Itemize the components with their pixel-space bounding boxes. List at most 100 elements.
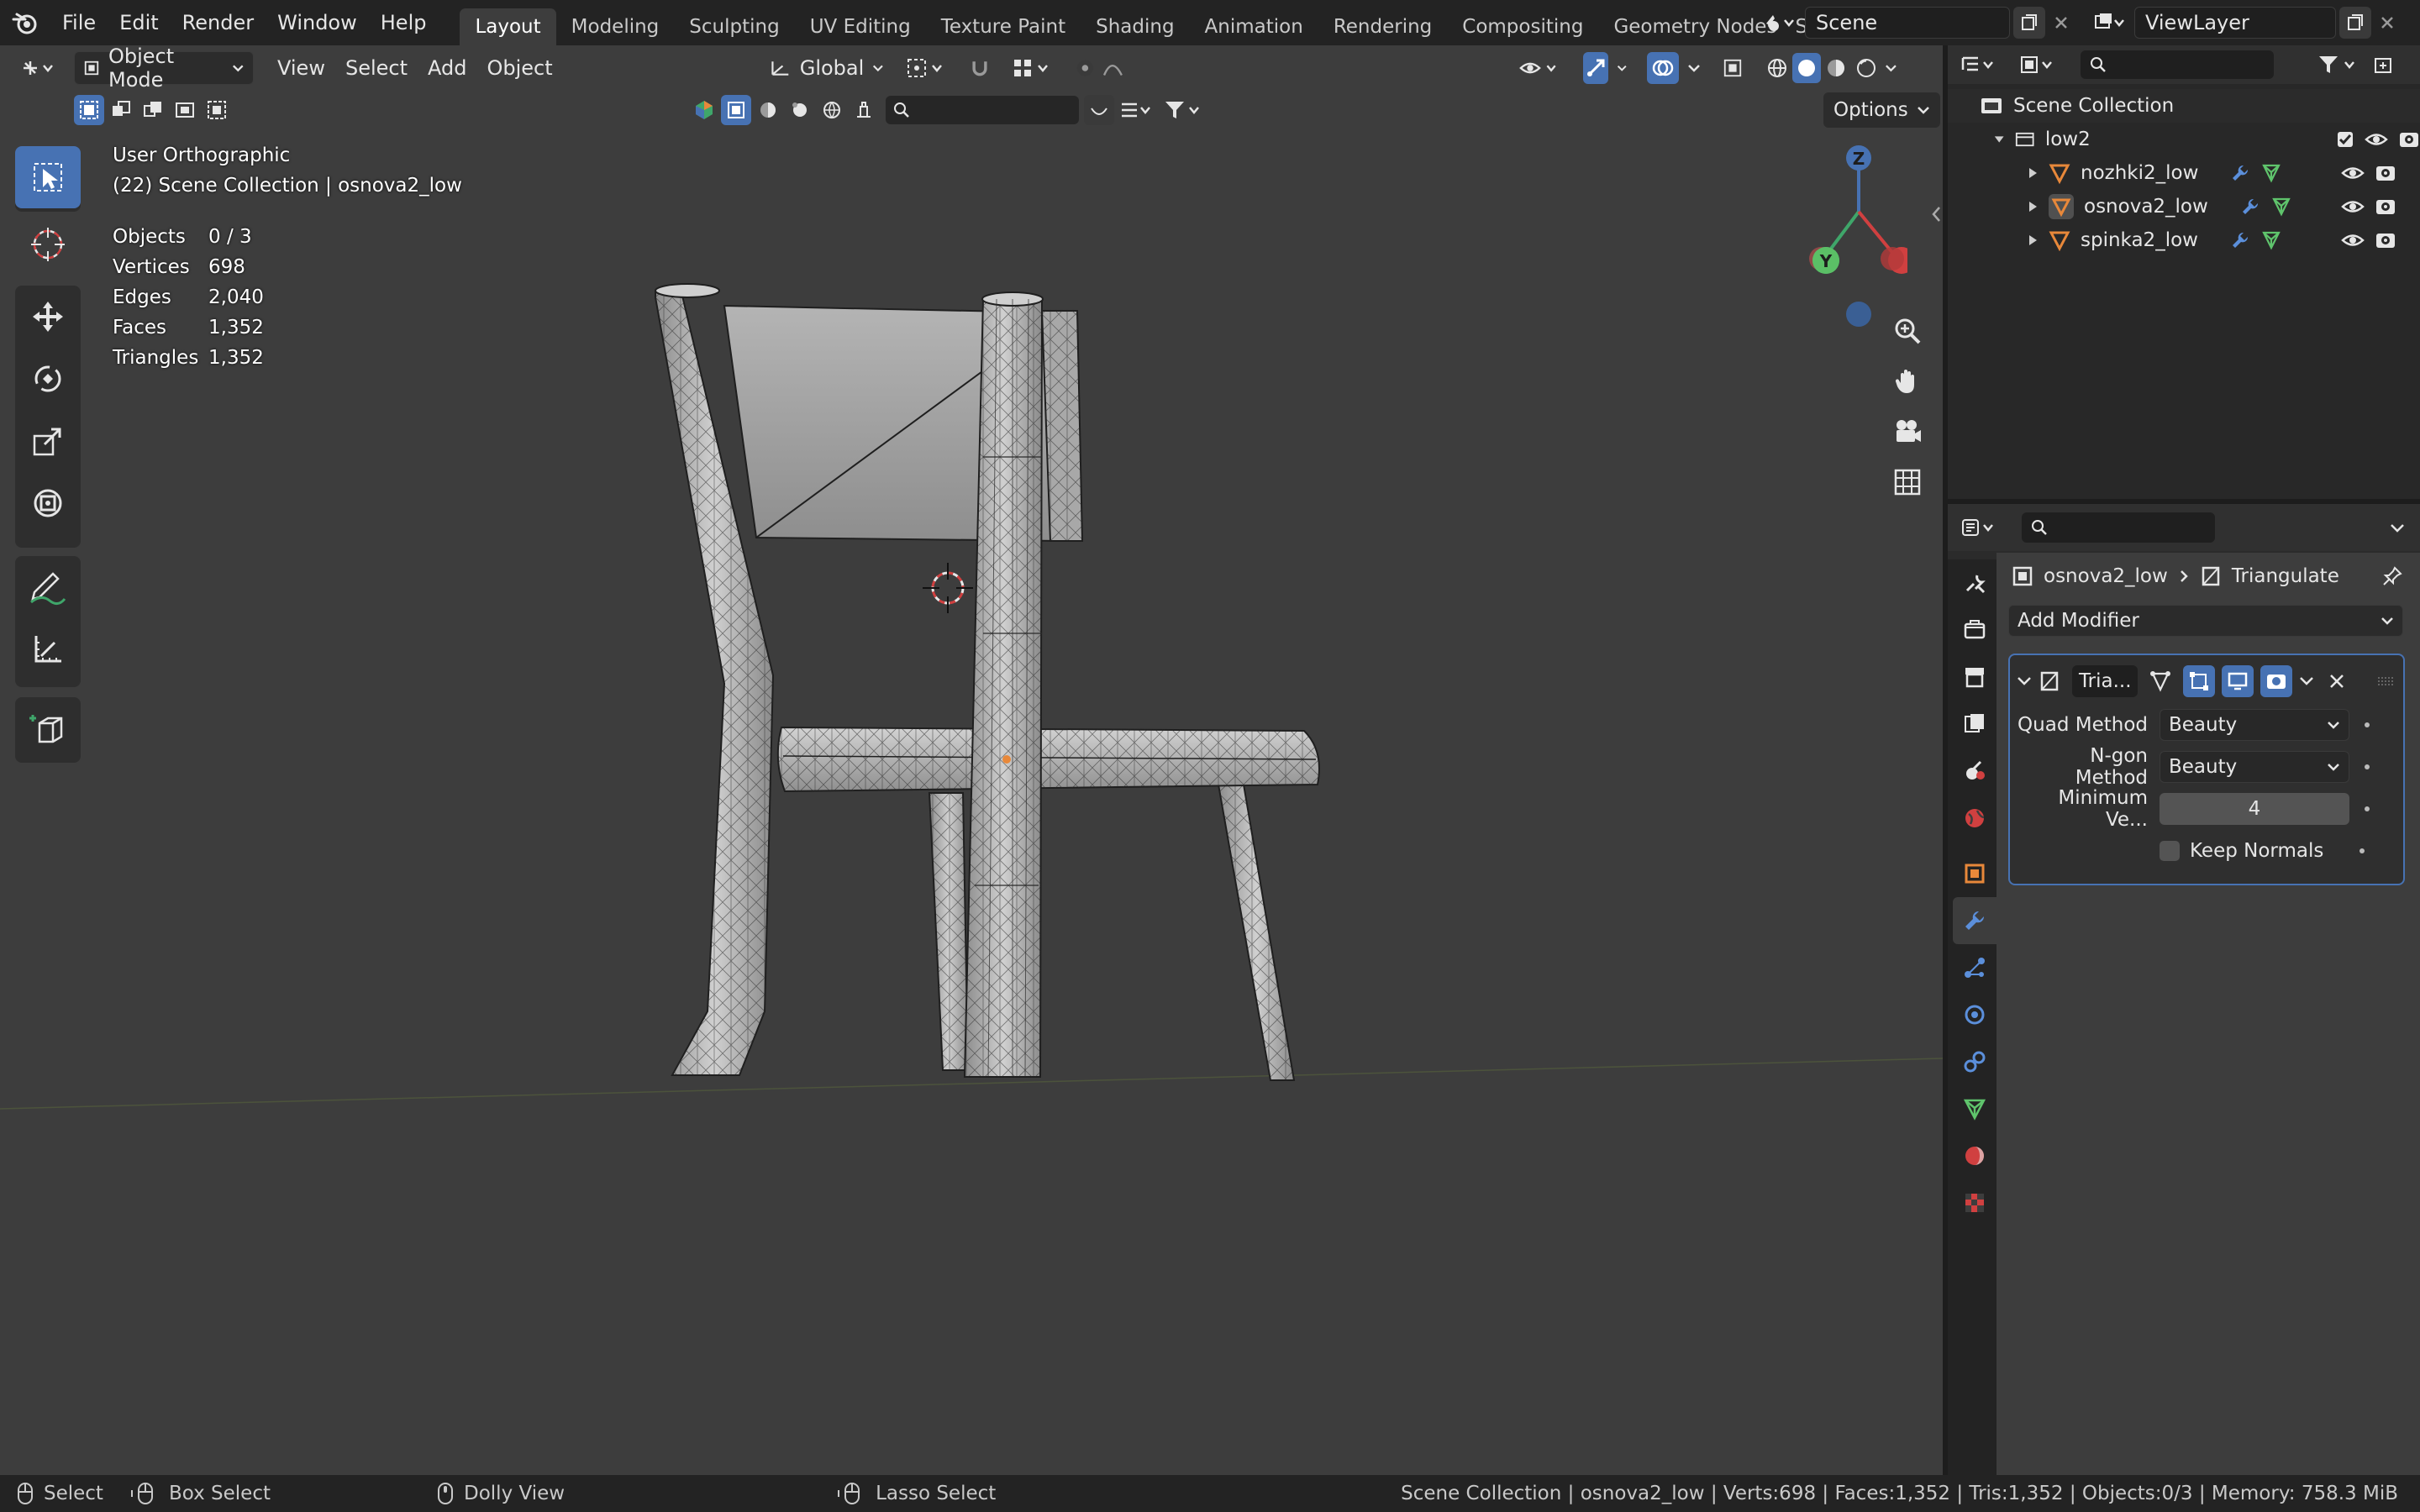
- scene-tab-icon[interactable]: [1953, 748, 1996, 795]
- viewport-scene: [0, 283, 1943, 1110]
- new-scene-icon[interactable]: [2013, 7, 2045, 39]
- tab-layout[interactable]: Layout: [460, 8, 556, 45]
- modifier-menu-chevron-icon[interactable]: [2299, 675, 2314, 687]
- object-row-nozhki2[interactable]: nozhki2_low: [1948, 156, 2420, 190]
- expand-right-icon: [2029, 202, 2037, 212]
- tab-compositing[interactable]: Compositing: [1447, 8, 1598, 45]
- add-cube-tool-icon[interactable]: [15, 697, 81, 759]
- annotate-tool-icon[interactable]: [15, 556, 81, 618]
- object-label: spinka2_low: [2081, 229, 2198, 251]
- properties-options-icon[interactable]: [2381, 512, 2413, 543]
- pin-icon[interactable]: [2381, 565, 2403, 587]
- viewlayer-name-field[interactable]: ViewLayer: [2134, 7, 2336, 39]
- rotate-tool-icon[interactable]: [15, 348, 81, 410]
- keyframe-dot-icon[interactable]: [2360, 848, 2365, 853]
- grid-view-icon[interactable]: [1884, 459, 1931, 506]
- expand-right-icon: [2029, 235, 2037, 245]
- object-row-osnova2[interactable]: osnova2_low: [1948, 190, 2420, 223]
- display-mode-icon[interactable]: [2013, 49, 2065, 81]
- delete-viewlayer-icon[interactable]: [2371, 7, 2403, 39]
- tab-modeling[interactable]: Modeling: [556, 8, 675, 45]
- remove-modifier-icon[interactable]: [2328, 672, 2346, 690]
- delete-scene-icon[interactable]: [2045, 7, 2077, 39]
- measure-tool-icon[interactable]: [15, 618, 81, 680]
- drag-handle-icon[interactable]: [2376, 675, 2396, 687]
- move-tool-icon[interactable]: [15, 286, 81, 348]
- edit-mode-icon[interactable]: [2183, 665, 2215, 697]
- render-tab-icon[interactable]: [1953, 606, 1996, 654]
- outliner-search-input[interactable]: [2081, 50, 2274, 79]
- add-modifier-label: Add Modifier: [2018, 610, 2139, 632]
- add-modifier-button[interactable]: Add Modifier: [2008, 605, 2403, 637]
- modifier-wrench-icon: [2233, 165, 2249, 181]
- physics-tab-icon[interactable]: [1953, 991, 1996, 1038]
- keyframe-dot-icon[interactable]: [2365, 806, 2370, 811]
- material-tab-icon[interactable]: [1953, 1132, 1996, 1179]
- ngon-method-dropdown[interactable]: Beauty: [2160, 751, 2349, 783]
- collapse-chevron-icon[interactable]: [2017, 675, 2032, 687]
- camera-render-icon: [2400, 133, 2418, 147]
- menu-window[interactable]: Window: [266, 0, 369, 45]
- particles-tab-icon[interactable]: [1953, 944, 1996, 991]
- object-row-spinka2[interactable]: spinka2_low: [1948, 223, 2420, 257]
- data-tab-icon[interactable]: [1953, 1085, 1996, 1132]
- tab-uv-editing[interactable]: UV Editing: [795, 8, 926, 45]
- expand-right-icon: [2029, 168, 2037, 178]
- 3d-viewport[interactable]: Object Mode View Select Add Object Globa…: [0, 45, 1943, 1475]
- render-toggle-icon[interactable]: [2260, 665, 2292, 697]
- blender-logo-icon[interactable]: [0, 9, 50, 36]
- constraints-tab-icon[interactable]: [1953, 1038, 1996, 1085]
- cursor-tool-icon[interactable]: [15, 213, 81, 276]
- tab-rendering[interactable]: Rendering: [1318, 8, 1447, 45]
- tab-shading[interactable]: Shading: [1081, 8, 1189, 45]
- tool-tab-icon[interactable]: [1953, 559, 1996, 606]
- collection-row-low2[interactable]: low2: [1948, 123, 2420, 156]
- stat-vertices: Vertices 698: [113, 256, 245, 278]
- scene-name-field[interactable]: Scene: [1805, 7, 2010, 39]
- new-viewlayer-icon[interactable]: [2339, 7, 2371, 39]
- select-box-tool-icon[interactable]: [15, 146, 81, 208]
- texture-tab-icon[interactable]: [1953, 1179, 1996, 1226]
- scale-tool-icon[interactable]: [15, 410, 81, 472]
- keep-normals-checkbox[interactable]: [2160, 841, 2180, 861]
- object-tab-icon[interactable]: [1953, 850, 1996, 897]
- quad-method-row: Quad Method Beauty: [2017, 704, 2396, 746]
- quad-method-dropdown[interactable]: Beauty: [2160, 709, 2349, 741]
- menu-help[interactable]: Help: [369, 0, 439, 45]
- properties-search-input[interactable]: [2022, 512, 2215, 543]
- mesh-data-icon: [2262, 231, 2281, 250]
- keyframe-dot-icon[interactable]: [2365, 722, 2370, 727]
- sidebar-toggle-icon[interactable]: [1931, 205, 1943, 223]
- breadcrumb-modifier: Triangulate: [2231, 565, 2339, 587]
- realtime-display-icon[interactable]: [2222, 665, 2254, 697]
- outliner-editor-type-icon[interactable]: [1954, 49, 2007, 81]
- min-vertices-field[interactable]: 4: [2160, 793, 2349, 825]
- pan-hand-icon[interactable]: [1884, 358, 1931, 405]
- menu-render[interactable]: Render: [171, 0, 266, 45]
- scene-icon[interactable]: [1754, 7, 1805, 39]
- world-tab-icon[interactable]: [1953, 795, 1996, 842]
- scene-collection-row[interactable]: Scene Collection: [1948, 89, 2420, 123]
- properties-editor-type-icon[interactable]: [1954, 512, 2007, 543]
- viewlayer-icon[interactable]: [2086, 7, 2134, 39]
- output-tab-icon[interactable]: [1953, 654, 1996, 701]
- new-collection-icon[interactable]: [2373, 49, 2395, 81]
- tab-animation[interactable]: Animation: [1190, 8, 1318, 45]
- tab-texture-paint[interactable]: Texture Paint: [926, 8, 1081, 45]
- view-name: User Orthographic: [113, 144, 291, 166]
- modifier-tab-icon[interactable]: [1953, 897, 1996, 944]
- outliner-filter-icon[interactable]: [2311, 49, 2366, 81]
- transform-tool-icon[interactable]: [15, 472, 81, 534]
- view-layer-tab-icon[interactable]: [1953, 701, 1996, 748]
- tab-sculpting[interactable]: Sculpting: [674, 8, 794, 45]
- status-box-select: Box Select: [130, 1482, 271, 1505]
- menu-edit[interactable]: Edit: [108, 0, 170, 45]
- camera-view-icon[interactable]: [1884, 408, 1931, 455]
- collection-label: low2: [2044, 129, 2091, 150]
- keyframe-dot-icon[interactable]: [2365, 764, 2370, 769]
- edit-mode-cage-icon[interactable]: [2144, 665, 2176, 697]
- menu-file[interactable]: File: [50, 0, 108, 45]
- keep-normals-label: Keep Normals: [2190, 840, 2324, 862]
- zoom-icon[interactable]: [1884, 307, 1931, 354]
- modifier-name-field[interactable]: Tria...: [2072, 665, 2138, 697]
